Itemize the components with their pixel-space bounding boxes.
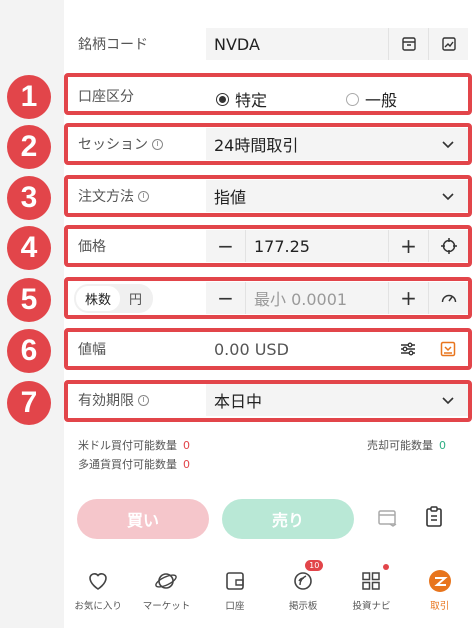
chart-icon[interactable] — [428, 28, 468, 60]
crosshair-icon[interactable] — [428, 230, 468, 262]
gauge-icon[interactable] — [428, 282, 468, 314]
annotation-badge-1: 1 — [7, 75, 51, 119]
price-range-row: 値幅 0.00 USD — [64, 327, 468, 371]
price-range-field[interactable]: 0.00 USD — [206, 333, 468, 365]
price-stepper[interactable]: − 177.25 + — [206, 230, 468, 262]
annotation-badge-5: 5 — [7, 278, 51, 322]
board-icon — [294, 572, 312, 590]
plus-icon[interactable]: + — [388, 230, 428, 262]
account-option-label: 一般 — [365, 91, 398, 110]
chevron-down-icon[interactable] — [428, 180, 468, 212]
price-value[interactable]: 177.25 — [246, 237, 388, 256]
expiry-row: 有効期限 i 本日中 — [64, 378, 468, 422]
minus-icon[interactable]: − — [206, 282, 246, 314]
account-option-ippan[interactable]: 一般 — [346, 87, 397, 111]
usd-buy-quantity: 米ドル買付可能数量 0 — [78, 439, 190, 452]
sell-button[interactable]: 売り — [222, 499, 354, 539]
notification-badge: 10 — [305, 560, 324, 571]
nav-item-account[interactable]: 口座 — [201, 556, 269, 628]
annotation-badge-6: 6 — [7, 329, 51, 373]
order-method-row: 注文方法 i 指値 — [64, 174, 468, 218]
quantity-stepper[interactable]: − 最小 0.0001 + — [206, 282, 468, 314]
download-box-icon[interactable] — [428, 333, 468, 365]
nav-label: 取引 — [430, 601, 450, 612]
wallet-icon — [226, 572, 244, 590]
price-range-value[interactable]: 0.00 USD — [206, 340, 388, 359]
info-icon[interactable]: i — [152, 138, 163, 150]
session-row: セッション i 24時間取引 — [64, 122, 468, 166]
sliders-icon[interactable] — [388, 333, 428, 365]
info-icon[interactable]: i — [138, 394, 149, 406]
order-method-value: 指値 — [214, 188, 247, 207]
ticker-field[interactable]: NVDA — [206, 28, 468, 60]
ticker-value[interactable]: NVDA — [206, 35, 388, 54]
account-row: 口座区分 特定 一般 — [64, 74, 468, 118]
chevron-down-icon[interactable] — [428, 384, 468, 416]
nav-label: 投資ナビ — [352, 601, 391, 612]
sell-quantity: 売却可能数量 0 — [367, 439, 446, 452]
unit-yen-option[interactable]: 円 — [120, 286, 151, 311]
nav-label: 掲示板 — [288, 601, 318, 612]
nav-label: 口座 — [225, 601, 245, 612]
annotation-badge-2: 2 — [7, 125, 51, 169]
ticker-label: 銘柄コード — [78, 37, 148, 53]
ticker-row: 銘柄コード NVDA — [64, 22, 468, 66]
nav-label: お気に入り — [74, 601, 122, 612]
minus-icon[interactable]: − — [206, 230, 246, 262]
chevron-down-icon[interactable] — [428, 128, 468, 160]
session-label: セッション i — [64, 134, 206, 154]
account-option-tokutei[interactable]: 特定 — [216, 87, 267, 111]
account-option-label: 特定 — [235, 91, 268, 110]
price-label: 価格 — [78, 239, 106, 255]
order-method-select[interactable]: 指値 — [206, 180, 468, 212]
quantity-unit-toggle[interactable]: 株数 円 — [74, 283, 154, 313]
buy-button[interactable]: 買い — [77, 499, 209, 539]
session-select[interactable]: 24時間取引 — [206, 128, 468, 160]
account-label: 口座区分 — [78, 89, 134, 105]
expiry-value: 本日中 — [214, 392, 263, 411]
card-swap-icon[interactable] — [377, 507, 399, 533]
trade-icon — [428, 570, 451, 592]
nav-item-market[interactable]: マーケット — [132, 556, 200, 628]
nav-item-favorites[interactable]: お気に入り — [64, 556, 132, 628]
session-value: 24時間取引 — [214, 136, 299, 155]
grid-icon — [362, 572, 381, 590]
order-method-label: 注文方法 i — [64, 186, 206, 206]
archive-icon[interactable] — [388, 28, 428, 60]
heart-icon — [89, 573, 107, 590]
annotation-badge-3: 3 — [7, 176, 51, 220]
expiry-label: 有効期限 i — [64, 390, 206, 410]
info-icon[interactable]: i — [138, 190, 149, 202]
nav-label: マーケット — [142, 601, 191, 612]
multi-buy-quantity: 多通貨買付可能数量 0 — [78, 458, 190, 471]
price-row: 価格 − 177.25 + — [64, 224, 468, 268]
notification-dot — [382, 564, 389, 570]
quantity-input[interactable]: 最小 0.0001 — [246, 286, 388, 310]
unit-shares-option[interactable]: 株数 — [76, 285, 121, 311]
bottom-nav: お気に入り マーケット 口座 10 掲示板 投資ナビ 取引 — [64, 556, 474, 628]
plus-icon[interactable]: + — [388, 282, 428, 314]
quantity-row: 株数 円 − 最小 0.0001 + — [64, 276, 468, 320]
annotation-badge-4: 4 — [7, 226, 51, 270]
price-range-label: 値幅 — [78, 342, 106, 358]
expiry-select[interactable]: 本日中 — [206, 384, 468, 416]
annotation-badge-7: 7 — [7, 381, 51, 425]
clipboard-icon[interactable] — [423, 505, 445, 533]
radio-unselected-icon — [346, 92, 359, 106]
nav-item-trade[interactable]: 取引 — [406, 556, 474, 628]
nav-item-board[interactable]: 10 掲示板 — [269, 556, 337, 628]
radio-selected-icon — [216, 92, 229, 106]
planet-icon — [155, 573, 178, 589]
nav-item-invest-navi[interactable]: 投資ナビ — [337, 556, 405, 628]
